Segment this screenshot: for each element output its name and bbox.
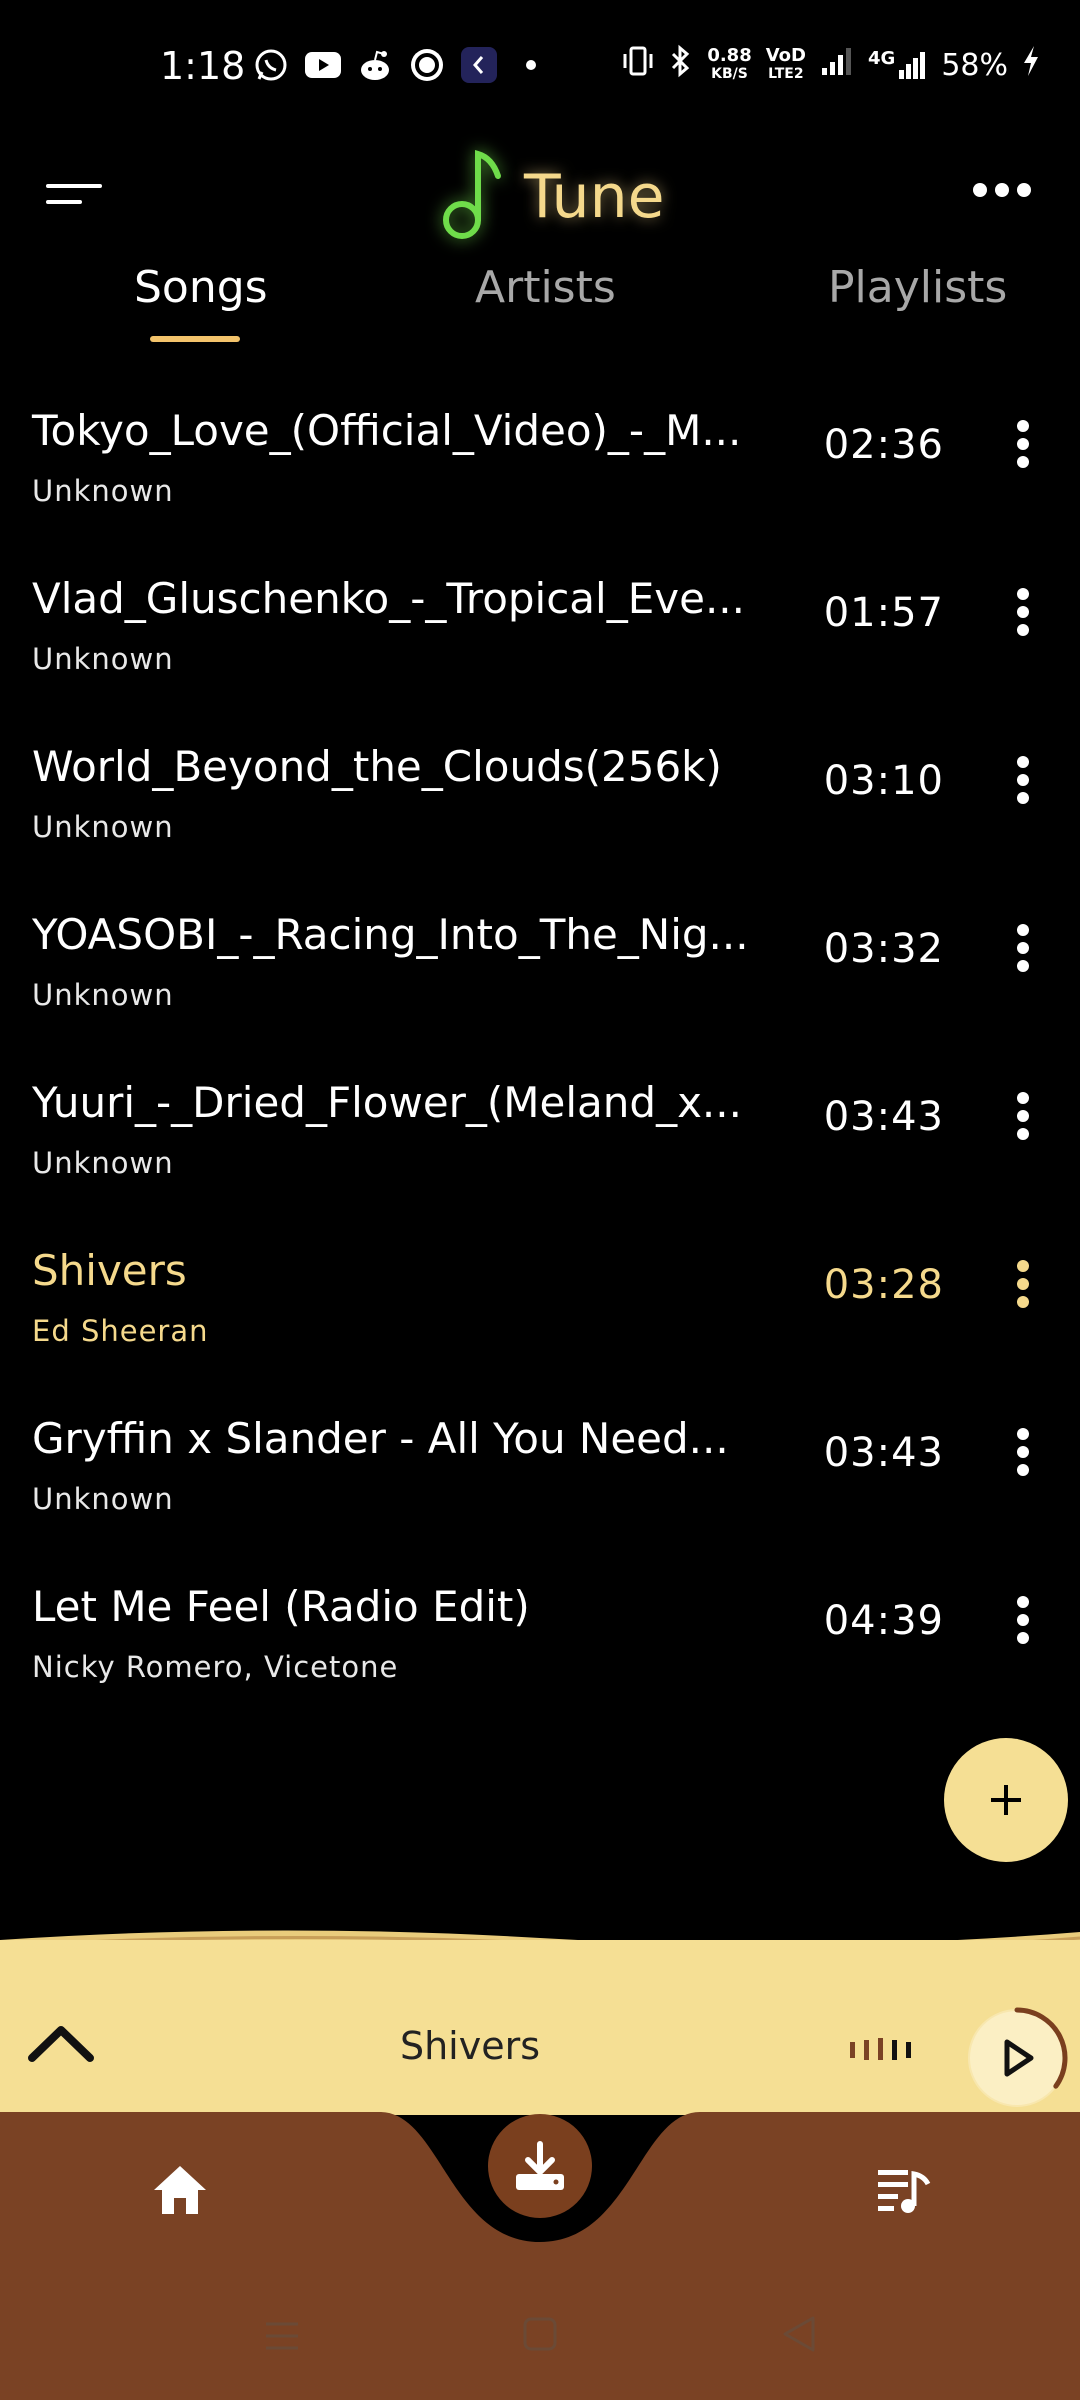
net-speed-value: 0.88 — [707, 45, 752, 66]
song-title: World_Beyond_the_Clouds(256k) — [32, 742, 722, 791]
song-duration: 02:36 — [823, 422, 944, 468]
vibrate-icon — [621, 44, 655, 86]
more-vertical-icon[interactable] — [1008, 1090, 1038, 1142]
youtube-icon — [304, 46, 342, 84]
song-artist: Unknown — [32, 810, 174, 844]
list-item[interactable]: Tokyo_Love_(Official_Video)_-_M... Unkno… — [0, 392, 1080, 560]
tab-bar: Songs Artists Playlists — [0, 262, 1080, 342]
list-item[interactable]: Gryffin x Slander - All You Need... Unkn… — [0, 1400, 1080, 1568]
list-item[interactable]: Yuuri_-_Dried_Flower_(Meland_x... Unknow… — [0, 1064, 1080, 1232]
bluetooth-icon — [669, 44, 693, 86]
more-vertical-icon[interactable] — [1008, 418, 1038, 470]
app-title: Tune — [524, 162, 665, 232]
song-artist: Unknown — [32, 474, 174, 508]
system-recents-icon[interactable] — [262, 2316, 302, 2356]
more-vertical-icon[interactable] — [1008, 754, 1038, 806]
volte-top: VoD — [765, 45, 806, 66]
song-duration: 03:43 — [823, 1430, 944, 1476]
song-title: YOASOBI_-_Racing_Into_The_Nig... — [32, 910, 749, 959]
list-item-current[interactable]: Shivers Ed Sheeran 03:28 — [0, 1232, 1080, 1400]
tab-playlists[interactable]: Playlists — [828, 262, 1007, 313]
song-artist: Unknown — [32, 1482, 174, 1516]
reddit-icon — [356, 46, 394, 84]
app-icon — [460, 46, 498, 84]
list-item[interactable]: YOASOBI_-_Racing_Into_The_Nig... Unknown… — [0, 896, 1080, 1064]
list-item[interactable]: Let Me Feel (Radio Edit) Nicky Romero, V… — [0, 1568, 1080, 1736]
status-bar: 1:18 0.88 KB/S VoD LTE2 4G 58% — [0, 0, 1080, 118]
tab-artists[interactable]: Artists — [475, 262, 616, 313]
more-vertical-icon[interactable] — [1008, 922, 1038, 974]
song-artist: Unknown — [32, 1146, 174, 1180]
song-artist: Unknown — [32, 978, 174, 1012]
notification-icons — [252, 46, 550, 84]
dot-icon — [512, 46, 550, 84]
more-vertical-icon[interactable] — [1008, 1426, 1038, 1478]
now-playing-title: Shivers — [399, 2024, 541, 2068]
more-vertical-icon[interactable] — [1008, 586, 1038, 638]
song-duration: 01:57 — [823, 590, 944, 636]
song-artist: Ed Sheeran — [32, 1314, 209, 1348]
battery-level: 58% — [941, 47, 1008, 83]
more-vertical-icon[interactable] — [1008, 1594, 1038, 1646]
song-duration: 03:10 — [823, 758, 944, 804]
list-item[interactable]: Vlad_Gluschenko_-_Tropical_Eve... Unknow… — [0, 560, 1080, 728]
download-icon — [516, 2141, 564, 2190]
hamburger-menu-icon[interactable] — [46, 180, 102, 210]
song-duration: 03:43 — [823, 1094, 944, 1140]
system-back-icon[interactable] — [780, 2314, 818, 2354]
system-indicators: 0.88 KB/S VoD LTE2 4G 58% — [621, 44, 1040, 86]
circle-app-icon — [408, 46, 446, 84]
song-duration: 03:28 — [823, 1262, 944, 1308]
system-home-icon[interactable] — [522, 2316, 558, 2352]
play-button[interactable] — [965, 2006, 1069, 2110]
song-title: Tokyo_Love_(Official_Video)_-_M... — [32, 406, 742, 455]
app-header: Tune — [0, 118, 1080, 248]
song-title: Yuuri_-_Dried_Flower_(Meland_x... — [32, 1078, 742, 1127]
app-logo: Tune — [440, 146, 665, 248]
song-title: Shivers — [32, 1246, 187, 1295]
signal-icon — [820, 46, 854, 84]
list-item[interactable]: World_Beyond_the_Clouds(256k) Unknown 03… — [0, 728, 1080, 896]
signal-icon-2: 4G — [868, 50, 927, 80]
song-artist: Unknown — [32, 642, 174, 676]
home-icon[interactable] — [150, 2162, 210, 2218]
whatsapp-icon — [252, 46, 290, 84]
download-button[interactable] — [488, 2114, 592, 2218]
mini-player[interactable]: Shivers — [0, 1940, 1080, 2115]
song-artist: Nicky Romero, Vicetone — [32, 1650, 399, 1684]
status-time: 1:18 — [160, 44, 246, 88]
music-note-icon — [440, 146, 504, 248]
song-duration: 03:32 — [823, 926, 944, 972]
more-horizontal-icon[interactable] — [972, 180, 1032, 200]
charging-icon — [1022, 45, 1040, 85]
add-button[interactable] — [944, 1738, 1068, 1862]
net-speed-unit: KB/S — [711, 66, 748, 82]
song-title: Vlad_Gluschenko_-_Tropical_Eve... — [32, 574, 745, 623]
equalizer-icon — [848, 2036, 914, 2062]
volte-bottom: LTE2 — [768, 66, 804, 82]
more-vertical-icon[interactable] — [1008, 1258, 1038, 1310]
volte-indicator: VoD LTE2 — [766, 47, 806, 83]
song-duration: 04:39 — [823, 1598, 944, 1644]
net-speed: 0.88 KB/S — [707, 47, 751, 83]
network-type: 4G — [868, 48, 896, 69]
song-title: Gryffin x Slander - All You Need... — [32, 1414, 729, 1463]
song-title: Let Me Feel (Radio Edit) — [32, 1582, 530, 1631]
tab-songs[interactable]: Songs — [134, 262, 268, 313]
active-tab-indicator — [150, 336, 240, 342]
queue-music-icon[interactable] — [876, 2160, 932, 2216]
plus-icon — [991, 1785, 1021, 1815]
